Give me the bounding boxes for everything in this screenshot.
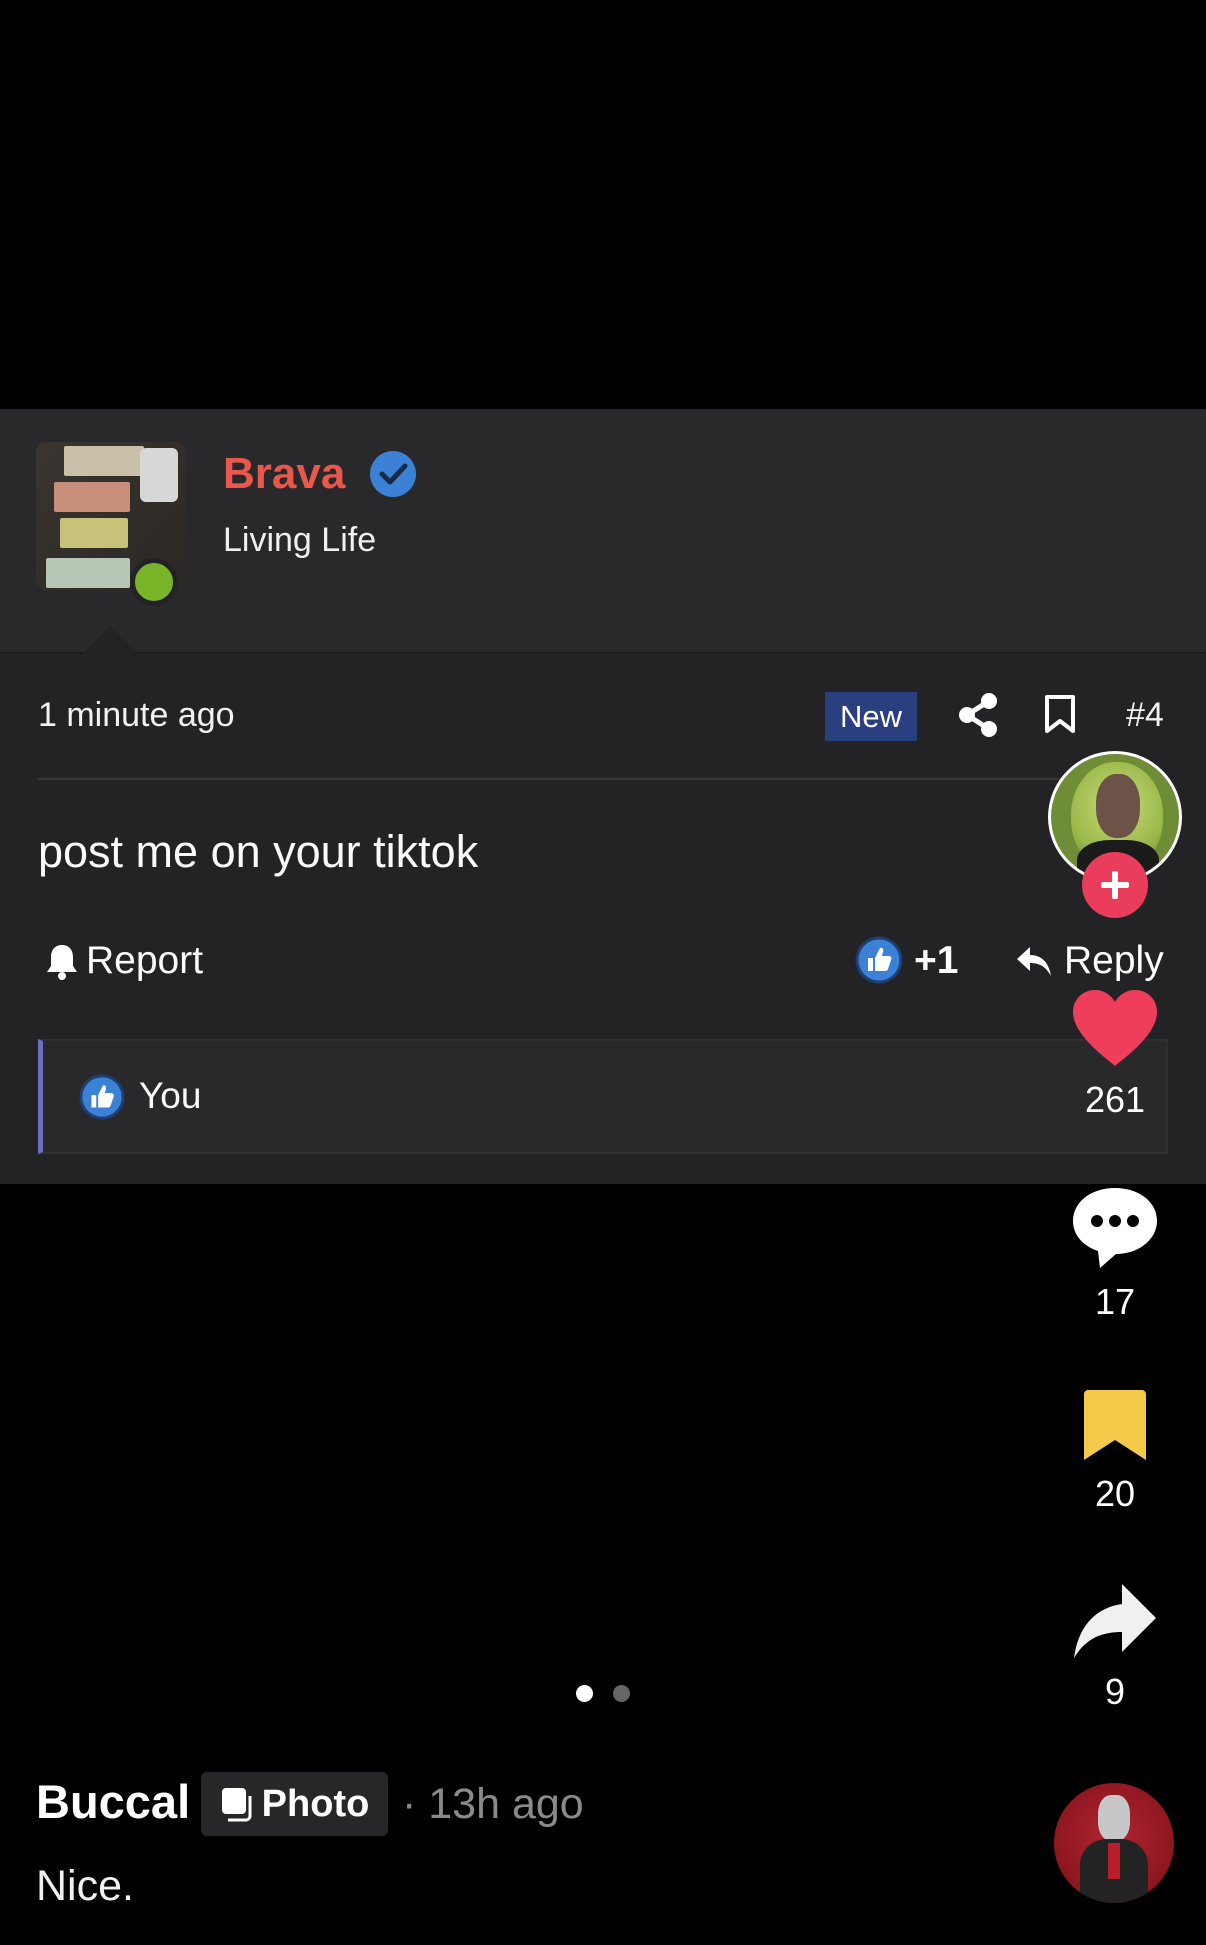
save-action[interactable]: 20 bbox=[1055, 1388, 1175, 1515]
verified-icon bbox=[370, 451, 416, 497]
like-count: +1 bbox=[914, 939, 959, 982]
banknote-image bbox=[60, 518, 128, 548]
photo-icon bbox=[221, 1788, 252, 1822]
share-action[interactable]: 9 bbox=[1055, 1582, 1175, 1713]
heart-icon bbox=[1073, 990, 1157, 1066]
report-button[interactable]: Report bbox=[44, 939, 203, 983]
like-icon bbox=[79, 1074, 125, 1120]
post-header: Brava Living Life bbox=[0, 409, 1206, 652]
post-text: post me on your tiktok bbox=[38, 826, 479, 877]
new-badge: New bbox=[825, 692, 917, 741]
share-count: 9 bbox=[1104, 1671, 1126, 1712]
report-label: Report bbox=[86, 939, 204, 982]
bookmark-icon[interactable] bbox=[1044, 694, 1076, 734]
reply-label: Reply bbox=[1064, 939, 1164, 982]
comment-action[interactable]: 17 bbox=[1055, 1184, 1175, 1323]
avatar-tie bbox=[1108, 1843, 1120, 1879]
online-status-dot bbox=[130, 558, 178, 606]
avatar-face bbox=[1096, 774, 1140, 838]
comment-count: 17 bbox=[1094, 1281, 1136, 1322]
banknote-image bbox=[54, 482, 130, 512]
banknote-image bbox=[46, 558, 130, 588]
post-timestamp[interactable]: 1 minute ago bbox=[38, 696, 235, 735]
follow-button[interactable] bbox=[1082, 852, 1148, 918]
decoration-image bbox=[140, 448, 178, 502]
reaction-user[interactable]: You bbox=[139, 1075, 201, 1117]
pagination-dot[interactable] bbox=[613, 1685, 630, 1702]
post-card: Brava Living Life 1 minute ago New #4 po… bbox=[0, 409, 1206, 1184]
video-author[interactable]: Buccal bbox=[36, 1774, 190, 1829]
bookmark-icon bbox=[1084, 1390, 1146, 1460]
author-title: Living Life bbox=[223, 521, 377, 559]
banknote-image bbox=[64, 446, 144, 476]
bell-icon bbox=[47, 945, 77, 980]
reply-icon bbox=[1017, 947, 1051, 976]
header-divider bbox=[0, 652, 1206, 654]
reactions-list[interactable]: You bbox=[38, 1039, 1168, 1154]
music-avatar[interactable] bbox=[1054, 1783, 1174, 1903]
share-arrow-icon bbox=[1074, 1584, 1156, 1658]
video-caption: Nice. bbox=[36, 1862, 134, 1910]
header-pointer bbox=[82, 626, 138, 654]
save-count: 20 bbox=[1094, 1473, 1136, 1514]
post-number[interactable]: #4 bbox=[1126, 696, 1164, 735]
plus-icon bbox=[1101, 871, 1129, 899]
body-divider bbox=[38, 778, 1168, 780]
like-icon[interactable] bbox=[855, 936, 903, 984]
author-name[interactable]: Brava bbox=[223, 449, 345, 499]
pagination-dot-active[interactable] bbox=[576, 1685, 593, 1702]
pagination-dots bbox=[576, 1685, 630, 1702]
share-icon[interactable] bbox=[956, 692, 1000, 738]
avatar-head bbox=[1098, 1795, 1130, 1841]
video-time: · 13h ago bbox=[402, 1780, 584, 1828]
like-count-side: 261 bbox=[1084, 1079, 1146, 1120]
like-action[interactable]: 261 bbox=[1055, 988, 1175, 1121]
photo-label: Photo bbox=[261, 1782, 370, 1825]
photo-badge: Photo bbox=[201, 1772, 388, 1836]
reply-button[interactable]: Reply bbox=[1014, 939, 1164, 983]
comment-bubble-icon bbox=[1073, 1188, 1157, 1268]
